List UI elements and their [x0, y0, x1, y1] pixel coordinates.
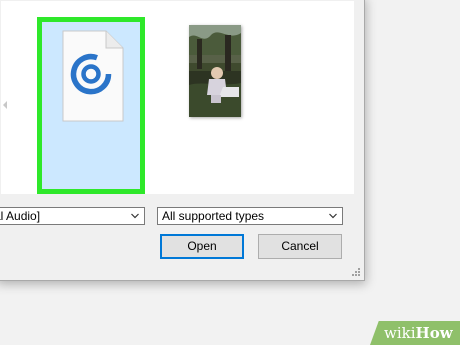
resize-grip-icon[interactable]	[352, 268, 360, 276]
watermark-prefix: wiki	[384, 324, 416, 342]
selected-audio-file[interactable]	[37, 17, 145, 194]
supported-types-value: All supported types	[162, 209, 265, 223]
photo-file-thumbnail[interactable]	[189, 25, 241, 117]
audio-document-icon	[62, 30, 124, 122]
cancel-button[interactable]: Cancel	[258, 234, 342, 259]
open-file-dialog: al Audio] All supported types Open Cance…	[0, 0, 365, 281]
file-type-value: al Audio]	[0, 209, 41, 223]
chevron-down-icon	[329, 213, 337, 219]
watermark-text: wikiHow	[384, 324, 453, 342]
file-list-pane[interactable]	[1, 1, 354, 194]
scroll-left-icon[interactable]	[3, 101, 7, 109]
photo-image	[189, 25, 241, 117]
open-button[interactable]: Open	[160, 234, 244, 259]
supported-types-dropdown[interactable]: All supported types	[157, 207, 343, 225]
file-type-dropdown[interactable]: al Audio]	[0, 207, 145, 225]
watermark-suffix: How	[415, 324, 453, 342]
screen: al Audio] All supported types Open Cance…	[0, 0, 460, 345]
chevron-down-icon	[131, 213, 139, 219]
